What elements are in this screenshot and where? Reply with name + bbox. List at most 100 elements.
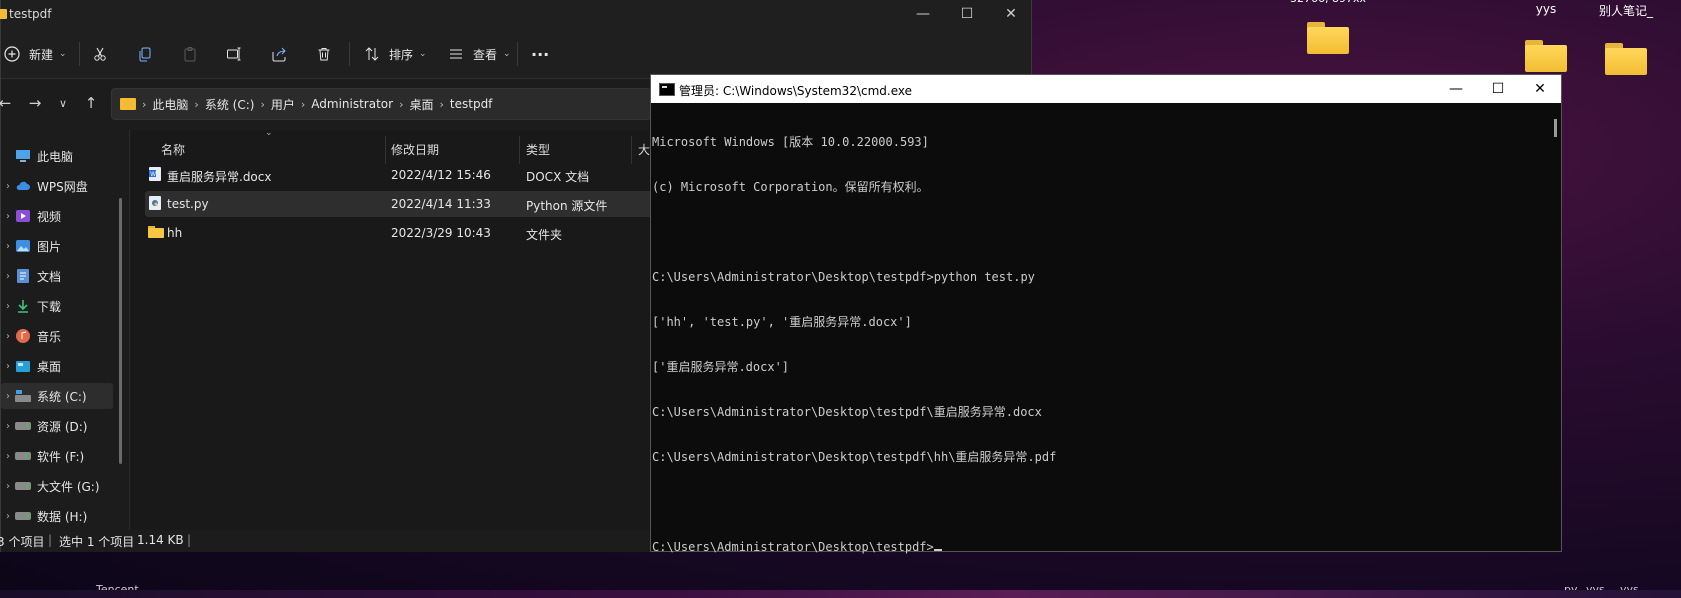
- sidebar-item-wps[interactable]: › WPS网盘: [1, 173, 113, 199]
- svg-text:W: W: [150, 172, 156, 178]
- expand-chevron-icon[interactable]: ›: [1, 391, 15, 402]
- drive-icon: [15, 419, 31, 433]
- terminal-icon: [659, 83, 675, 96]
- console-output[interactable]: Microsoft Windows [版本 10.0.22000.593] (c…: [651, 103, 1543, 554]
- view-button-label: 查看: [473, 47, 498, 62]
- desktop-folder-top[interactable]: 32766, 897xx: [1288, 0, 1368, 54]
- more-icon: ···: [531, 44, 550, 64]
- expand-chevron-icon[interactable]: ›: [1, 361, 15, 372]
- sidebar-item-drive-g[interactable]: › 大文件 (G:): [1, 473, 113, 499]
- chevron-right-icon: ›: [142, 97, 147, 111]
- sidebar-item-label: 大文件 (G:): [37, 479, 100, 494]
- column-header-date[interactable]: 修改日期: [391, 136, 439, 164]
- explorer-titlebar[interactable]: testpdf — ☐ ✕: [0, 0, 1033, 30]
- sidebar-item-drive-c[interactable]: › 系统 (C:): [1, 383, 113, 409]
- sidebar-item-music[interactable]: › 音乐: [1, 323, 113, 349]
- desktop-icon-label: 别人笔记_: [1598, 4, 1653, 18]
- column-divider[interactable]: [385, 136, 386, 164]
- sidebar-item-pictures[interactable]: › 图片: [1, 233, 113, 259]
- chevron-right-icon[interactable]: ›: [440, 98, 444, 111]
- view-button[interactable]: 查看 ⌄: [445, 40, 511, 68]
- sidebar-item-this-pc[interactable]: 此电脑: [1, 143, 113, 169]
- sidebar-item-documents[interactable]: › 文档: [1, 263, 113, 289]
- more-button[interactable]: ···: [531, 40, 549, 68]
- back-arrow-icon[interactable]: ←: [0, 93, 15, 113]
- cmd-titlebar[interactable]: 管理员: C:\Windows\System32\cmd.exe — ☐ ✕: [651, 75, 1561, 103]
- recent-chevron-icon[interactable]: ∨: [53, 93, 73, 113]
- expand-chevron-icon[interactable]: ›: [1, 421, 15, 432]
- sidebar-item-drive-h[interactable]: › 数据 (H:): [1, 503, 113, 529]
- address-bar[interactable]: › 此电脑 › 系统 (C:) › 用户 › Administrator › 桌…: [111, 88, 651, 120]
- sidebar-item-drive-d[interactable]: › 资源 (D:): [1, 413, 113, 439]
- breadcrumb-item[interactable]: Administrator: [311, 97, 393, 111]
- file-row[interactable]: hh 2022/3/29 10:43 文件夹: [145, 220, 665, 246]
- share-icon: [268, 43, 290, 65]
- close-button[interactable]: ✕: [1519, 75, 1561, 103]
- breadcrumb-item[interactable]: testpdf: [450, 97, 493, 111]
- desktop-folder-yys[interactable]: yys: [1506, 2, 1586, 72]
- sidebar-scrollbar[interactable]: [119, 198, 122, 464]
- delete-button[interactable]: [313, 40, 335, 68]
- file-name: test.py: [167, 197, 209, 211]
- sidebar-item-label: 音乐: [37, 329, 62, 344]
- expand-chevron-icon[interactable]: ›: [1, 301, 15, 312]
- breadcrumb-item[interactable]: 用户: [271, 96, 295, 113]
- download-icon: [15, 299, 31, 313]
- cut-button[interactable]: [89, 40, 111, 68]
- expand-chevron-icon[interactable]: ›: [1, 241, 15, 252]
- cmd-scrollbar[interactable]: [1554, 119, 1557, 137]
- sidebar-item-downloads[interactable]: › 下载: [1, 293, 113, 319]
- close-button[interactable]: ✕: [989, 0, 1033, 30]
- system-drive-icon: [15, 389, 31, 403]
- column-header-size[interactable]: 大: [638, 136, 650, 164]
- expand-chevron-icon[interactable]: ›: [1, 181, 15, 192]
- sidebar-item-drive-f[interactable]: › 软件 (F:): [1, 443, 113, 469]
- breadcrumb-item[interactable]: 系统 (C:): [205, 96, 255, 113]
- breadcrumb-item[interactable]: 桌面: [409, 96, 433, 113]
- expand-chevron-icon[interactable]: ›: [1, 451, 15, 462]
- file-date: 2022/4/12 15:46: [391, 168, 491, 182]
- column-header-type[interactable]: 类型: [526, 136, 550, 164]
- expand-chevron-icon[interactable]: ›: [1, 271, 15, 282]
- maximize-button[interactable]: ☐: [945, 0, 989, 30]
- console-prompt-line[interactable]: C:\Users\Administrator\Desktop\testpdf>: [652, 540, 1543, 555]
- column-header-name[interactable]: 名称: [161, 136, 185, 164]
- forward-arrow-icon[interactable]: →: [25, 93, 45, 113]
- scissors-icon: [89, 43, 111, 65]
- expand-chevron-icon[interactable]: ›: [1, 481, 15, 492]
- rename-button[interactable]: [223, 40, 245, 68]
- sidebar-item-label: 桌面: [37, 359, 62, 374]
- chevron-right-icon[interactable]: ›: [194, 98, 198, 111]
- paste-button[interactable]: [179, 40, 201, 68]
- expand-chevron-icon[interactable]: ›: [1, 331, 15, 342]
- file-row-selected[interactable]: test.py 2022/4/14 11:33 Python 源文件: [145, 191, 665, 217]
- file-type: DOCX 文档: [526, 170, 590, 184]
- file-date: 2022/3/29 10:43: [391, 226, 491, 240]
- folder-icon: [1525, 40, 1567, 72]
- sort-button[interactable]: 排序 ⌄: [361, 40, 427, 68]
- breadcrumb-item[interactable]: 此电脑: [152, 96, 188, 113]
- column-divider[interactable]: [519, 136, 520, 164]
- sidebar-item-label: 视频: [37, 209, 62, 224]
- folder-icon: [1605, 43, 1647, 75]
- new-button[interactable]: 新建 ⌄: [1, 40, 67, 68]
- sidebar-item-desktop[interactable]: › 桌面: [1, 353, 113, 379]
- copy-button[interactable]: [134, 40, 156, 68]
- maximize-button[interactable]: ☐: [1477, 75, 1519, 103]
- expand-chevron-icon[interactable]: ›: [1, 511, 15, 522]
- up-arrow-icon[interactable]: ↑: [81, 93, 101, 113]
- desktop-folder-notes[interactable]: 别人笔记_: [1586, 2, 1666, 75]
- share-button[interactable]: [268, 40, 290, 68]
- sidebar-item-videos[interactable]: › 视频: [1, 203, 113, 229]
- file-row[interactable]: W 重启服务异常.docx 2022/4/12 15:46 DOCX 文档: [145, 162, 665, 188]
- column-divider[interactable]: [631, 136, 632, 164]
- minimize-button[interactable]: —: [901, 0, 945, 30]
- chevron-right-icon[interactable]: ›: [260, 98, 264, 111]
- console-line: C:\Users\Administrator\Desktop\testpdf>p…: [652, 270, 1035, 284]
- chevron-right-icon[interactable]: ›: [399, 98, 403, 111]
- sort-icon: [361, 43, 383, 65]
- trash-icon: [313, 43, 335, 65]
- expand-chevron-icon[interactable]: ›: [1, 211, 15, 222]
- minimize-button[interactable]: —: [1435, 75, 1477, 103]
- chevron-right-icon[interactable]: ›: [301, 98, 305, 111]
